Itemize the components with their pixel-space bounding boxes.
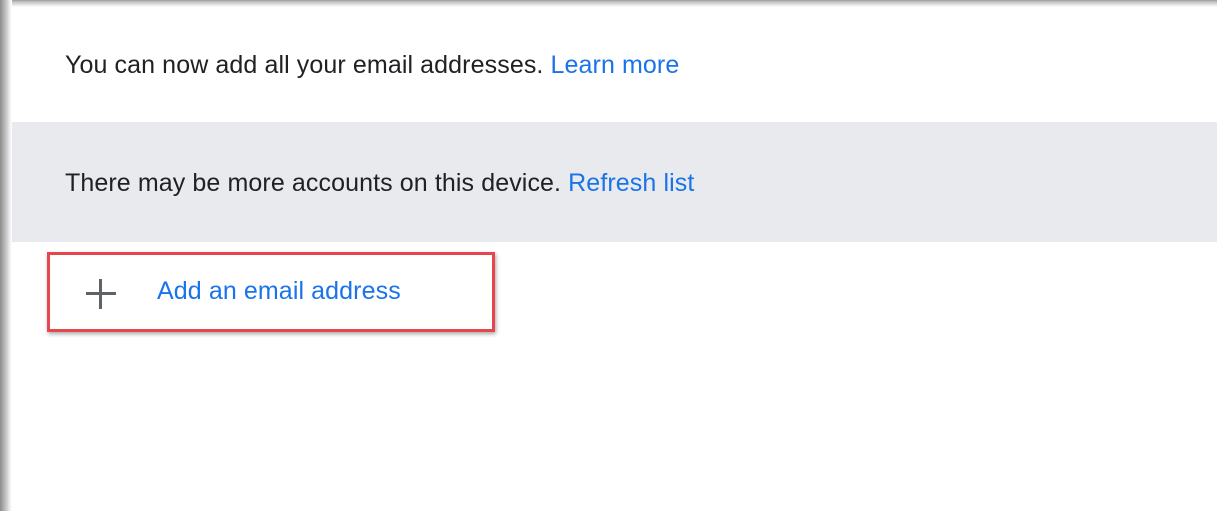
account-chooser-window: You can now add all your email addresses… (0, 0, 1217, 511)
info-banner: You can now add all your email addresses… (12, 7, 1217, 122)
info-message: You can now add all your email addresses… (65, 51, 544, 79)
window-left-edge (0, 0, 12, 511)
account-list-panel: You can now add all your email addresses… (12, 7, 1217, 511)
plus-icon (86, 279, 116, 309)
refresh-list-link[interactable]: Refresh list (568, 169, 694, 197)
more-accounts-notice: There may be more accounts on this devic… (12, 122, 1217, 242)
add-email-address-label: Add an email address (157, 277, 401, 305)
info-banner-text: You can now add all your email addresses… (65, 51, 679, 80)
more-accounts-notice-text: There may be more accounts on this devic… (65, 169, 694, 198)
notice-message: There may be more accounts on this devic… (65, 169, 562, 197)
add-account-row: Add an email address (12, 242, 1217, 342)
add-email-address-button[interactable]: Add an email address (47, 252, 495, 332)
window-top-edge (0, 0, 1217, 7)
learn-more-link[interactable]: Learn more (551, 51, 680, 79)
